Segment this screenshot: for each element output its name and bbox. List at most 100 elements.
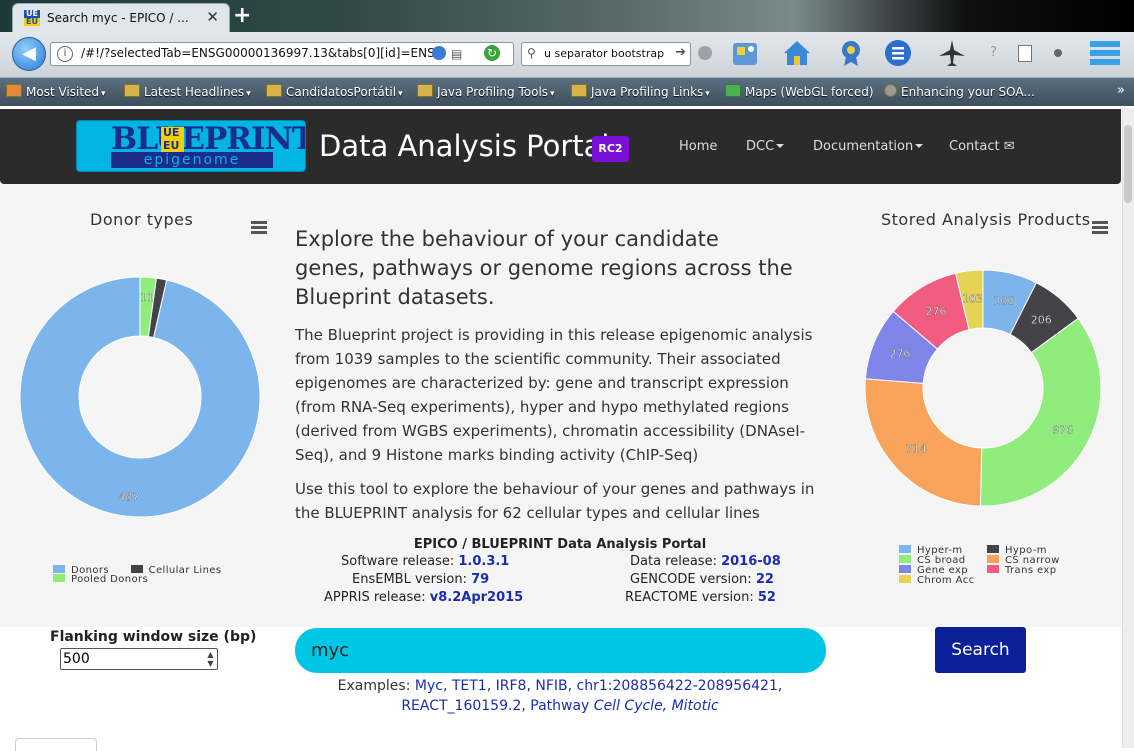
legend-label: Chrom Acc [917, 575, 975, 586]
new-tab-icon[interactable]: + [233, 3, 251, 28]
search-button[interactable]: Search [935, 627, 1026, 673]
folder-icon [124, 84, 140, 97]
site-info-icon[interactable]: i [57, 46, 73, 62]
search-examples: Examples: Myc, TET1, IRF8, NFIB, chr1:20… [337, 678, 783, 714]
legend-swatch [987, 565, 999, 573]
spinner-arrows-icon[interactable]: ▲ ▼ [204, 650, 217, 669]
info-value: 1.0.3.1 [458, 554, 510, 569]
slice-cs-broad[interactable] [979, 317, 1102, 507]
bookmark-label: CandidatosPortátil [286, 85, 397, 99]
legend-swatch [130, 565, 143, 573]
page-icon[interactable] [1018, 45, 1032, 62]
donor-types-chart: 487 11 [19, 276, 261, 518]
example-link-nfib[interactable]: NFIB [535, 678, 567, 694]
legend-label: Pooled Donors [71, 574, 149, 585]
address-bar[interactable]: i /#!/?selectedTab=ENSG00000136997.13&ta… [50, 42, 514, 66]
search-icon: ⚲ [527, 46, 536, 60]
site-title[interactable]: Data Analysis Portal [319, 129, 609, 163]
back-button[interactable]: ◀ [12, 37, 46, 71]
products-chart-menu-icon[interactable] [1092, 221, 1108, 234]
gencode-version: GENCODE version: 22 [630, 572, 774, 587]
legend-swatch [899, 545, 911, 553]
legend-swatch [53, 574, 65, 582]
bookmark-enhancing[interactable]: Enhancing your SOA... [884, 84, 1035, 99]
info-label: EnsEMBL version: [352, 572, 472, 587]
home-icon[interactable] [782, 38, 812, 68]
description-paragraph: The Blueprint project is providing in th… [295, 326, 813, 464]
example-link-region[interactable]: chr1:208856422-208956421 [577, 678, 778, 694]
nav-home[interactable]: Home [679, 139, 717, 154]
bookmark-java-links[interactable]: Java Profiling Links ▾ [571, 84, 710, 99]
badge-icon[interactable] [836, 38, 866, 68]
list-icon[interactable] [883, 38, 913, 68]
bookmark-maps[interactable]: Maps (WebGL forced) [725, 84, 874, 99]
example-link-pathway[interactable]: Pathway Cell Cycle, Mitotic [530, 698, 718, 714]
reader-view-icon[interactable]: ▤ [451, 47, 462, 61]
donor-legend: Donors Cellular Lines Pooled Donors [53, 565, 221, 585]
slice-label: 206 [1031, 313, 1052, 326]
flank-window-label: Flanking window size (bp) [50, 629, 257, 645]
nav-dcc[interactable]: DCC [746, 139, 785, 154]
favicon-text-eu: EU [24, 18, 40, 26]
example-link-myc[interactable]: Myc [415, 678, 443, 694]
tab-title: Search myc - EPICO / ... [47, 11, 189, 25]
example-link-react[interactable]: REACT_160159.2 [401, 698, 521, 714]
info-value: 52 [757, 590, 776, 605]
legend-swatch [987, 555, 999, 563]
donor-chart-menu-icon[interactable] [251, 221, 267, 234]
page-scrollbar[interactable] [1122, 108, 1134, 748]
slice-label: 276 [889, 348, 910, 361]
info-label: REACTOME version: [625, 590, 758, 605]
bookmark-label: Enhancing your SOA... [901, 85, 1035, 99]
addon-icon[interactable] [698, 46, 712, 60]
pathway-name: Cell Cycle, Mitotic [593, 698, 719, 714]
bookmark-most-visited[interactable]: Most Visited ▾ [6, 84, 106, 99]
logo-subtext: epigenome [111, 152, 273, 168]
info-tool-icon[interactable] [730, 38, 760, 68]
blueprint-logo[interactable]: BLUEPRINT UE EU epigenome [76, 120, 306, 172]
logo-eu-flag: UE EU [161, 126, 184, 154]
appris-release: APPRIS release: v8.2Apr2015 [324, 590, 523, 605]
nav-dcc-label: DCC [746, 139, 775, 154]
nav-contact[interactable]: Contact ✉ [949, 139, 1015, 154]
search-go-icon[interactable]: ➔ [675, 45, 686, 60]
legend-swatch [899, 565, 911, 573]
ensembl-version: EnsEMBL version: 79 [352, 572, 489, 587]
slice-label: 714 [906, 442, 927, 455]
info-value: 79 [471, 572, 490, 587]
query-input[interactable] [295, 628, 826, 673]
flank-window-input[interactable] [60, 648, 218, 670]
bookmarks-overflow-icon[interactable]: » [1117, 83, 1125, 98]
folder-icon [266, 84, 282, 97]
url-text[interactable]: /#!/?selectedTab=ENSG00000136997.13&tabs… [81, 46, 473, 60]
nav-documentation[interactable]: Documentation [813, 139, 924, 154]
legend-swatch [53, 565, 65, 573]
close-tab-icon[interactable]: ✕ [206, 8, 219, 26]
airplane-icon[interactable] [937, 38, 967, 68]
bookmark-latest-headlines[interactable]: Latest Headlines ▾ [124, 84, 251, 99]
software-release: Software release: 1.0.3.1 [341, 554, 509, 569]
info-value: v8.2Apr2015 [429, 590, 524, 605]
bookmark-candidatos[interactable]: CandidatosPortátil ▾ [266, 84, 403, 99]
reload-icon[interactable]: ↻ [484, 45, 500, 61]
bookmark-label: Latest Headlines [144, 85, 245, 99]
logo-eu-text: UE [163, 126, 180, 139]
help-icon[interactable]: ? [990, 45, 997, 60]
menu-icon[interactable] [1089, 40, 1121, 66]
browser-search-text[interactable]: u separator bootstrap [544, 47, 670, 60]
legend-item-chrom-acc[interactable]: Chrom Acc [899, 575, 975, 586]
results-tab[interactable] [15, 738, 97, 751]
examples-label: Examples: [337, 678, 415, 694]
browser-tab[interactable]: UE EU Search myc - EPICO / ... ✕ [12, 3, 230, 33]
browser-search-box[interactable]: ⚲ u separator bootstrap ➔ [521, 42, 691, 66]
example-link-irf8[interactable]: IRF8 [496, 678, 527, 694]
bookmark-java-tools[interactable]: Java Profiling Tools ▾ [417, 84, 555, 99]
scrollbar-thumb[interactable] [1124, 125, 1132, 203]
legend-swatch [899, 555, 911, 563]
example-link-tet1[interactable]: TET1 [452, 678, 487, 694]
nav-documentation-label: Documentation [813, 139, 914, 154]
legend-swatch [987, 545, 999, 553]
folder-icon [6, 84, 22, 97]
caret-down-icon [776, 144, 785, 148]
dot-icon[interactable] [1054, 49, 1062, 57]
